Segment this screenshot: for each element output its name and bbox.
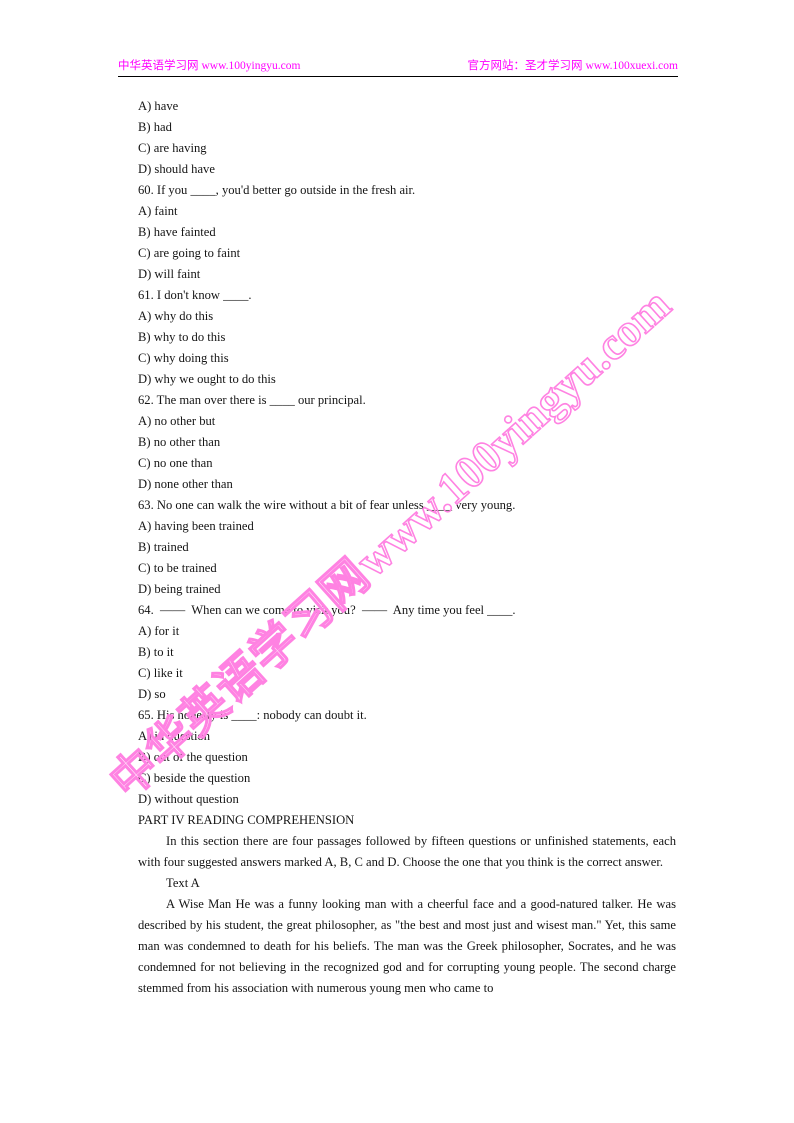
answer-option: C) why doing this: [138, 351, 229, 365]
answer-option: B) no other than: [138, 435, 221, 449]
answer-option: D) being trained: [138, 582, 221, 596]
reading-passage-a: A Wise Man He was a funny looking man wi…: [138, 897, 676, 995]
answer-option: A) no other but: [138, 414, 216, 428]
question-stem: 61. I don't know ____.: [138, 288, 252, 302]
answer-option: C) are going to faint: [138, 246, 241, 260]
answer-option: A) in question: [138, 729, 211, 743]
answer-option: A) having been trained: [138, 519, 254, 533]
answer-option: A) for it: [138, 624, 180, 638]
answer-option: B) out of the question: [138, 750, 248, 764]
header-left-url: www.100yingyu.com: [201, 60, 301, 72]
answer-option: C) beside the question: [138, 771, 251, 785]
document-page: 中华英语学习网 www.100yingyu.com 官方网站：圣才学习网 www.1…: [0, 0, 794, 1123]
question-stem: 64. —— When can we come to visit you? ——…: [138, 603, 516, 617]
part-heading: PART IV READING COMPREHENSION: [138, 813, 355, 827]
answer-option: D) so: [138, 687, 166, 701]
answer-option: D) without question: [138, 792, 239, 806]
question-stem: 65. His honesty is ____: nobody can doub…: [138, 708, 367, 722]
question-stem: 62. The man over there is ____ our princ…: [138, 393, 366, 407]
header-right: 官方网站：圣才学习网 www.100xuexi.com: [467, 56, 678, 74]
header-divider-rule: [118, 76, 678, 77]
page-header: 中华英语学习网 www.100yingyu.com 官方网站：圣才学习网 www.1…: [118, 56, 678, 78]
document-body: A) have B) had C) are having D) should h…: [138, 96, 676, 999]
answer-option: B) had: [138, 120, 172, 134]
answer-option: D) why we ought to do this: [138, 372, 276, 386]
answer-option: A) why do this: [138, 309, 214, 323]
answer-option: B) trained: [138, 540, 189, 554]
answer-option: A) faint: [138, 204, 178, 218]
answer-option: D) will faint: [138, 267, 201, 281]
answer-option: C) to be trained: [138, 561, 217, 575]
text-a-label: Text A: [166, 876, 200, 890]
question-stem: 60. If you ____, you'd better go outside…: [138, 183, 416, 197]
answer-option: C) are having: [138, 141, 207, 155]
answer-option: C) no one than: [138, 456, 213, 470]
answer-option: B) why to do this: [138, 330, 226, 344]
header-left: 中华英语学习网 www.100yingyu.com: [118, 56, 300, 74]
answer-option: D) should have: [138, 162, 215, 176]
answer-option: B) have fainted: [138, 225, 216, 239]
answer-option: D) none other than: [138, 477, 233, 491]
answer-option: C) like it: [138, 666, 183, 680]
answer-option: B) to it: [138, 645, 174, 659]
header-left-site-name: 中华英语学习网: [118, 58, 199, 72]
header-right-site-name: 官方网站：圣才学习网: [467, 58, 583, 72]
question-stem: 63. No one can walk the wire without a b…: [138, 498, 516, 512]
answer-option: A) have: [138, 99, 179, 113]
section-directions: In this section there are four passages …: [138, 834, 676, 869]
header-right-url: www.100xuexi.com: [585, 60, 678, 72]
